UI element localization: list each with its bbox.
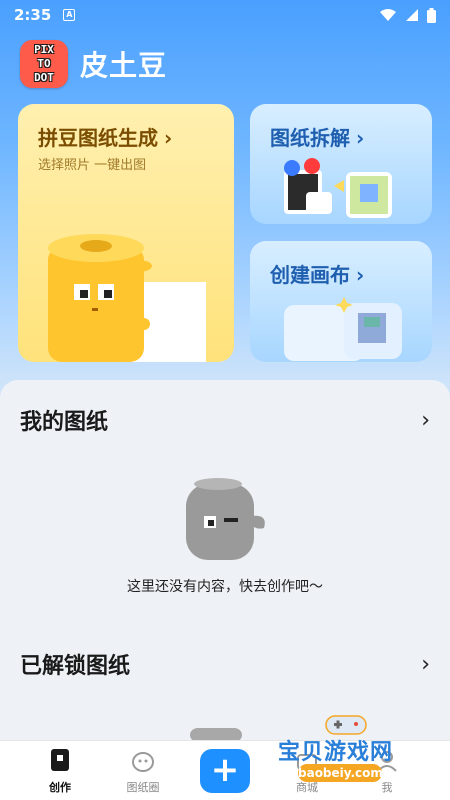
logo-line-3: DOT xyxy=(34,71,54,84)
app-name: 皮土豆 xyxy=(80,49,168,82)
nav-create-label: 创作 xyxy=(49,781,71,794)
unlocked-patterns-title: 已解锁图纸 xyxy=(20,654,131,679)
app-logo: PIX TO DOT xyxy=(20,40,68,88)
split-card-title: 图纸拆解 › xyxy=(270,122,364,151)
pattern-circle-icon xyxy=(132,752,154,772)
logo-line-2: TO xyxy=(37,57,51,70)
canvas-card-title-text: 创建画布 xyxy=(270,263,350,287)
generate-pattern-card[interactable]: 拼豆图纸生成 › 选择照片 一键出图 xyxy=(18,104,234,362)
watermark-text: 宝贝游戏网 xyxy=(278,740,394,765)
create-icon xyxy=(51,749,69,771)
unlocked-patterns-header[interactable]: 已解锁图纸 › xyxy=(20,648,430,680)
canvas-card-title: 创建画布 › xyxy=(270,259,364,288)
site-watermark: 宝贝游戏网 baobeiy.com xyxy=(270,712,440,798)
split-pattern-illustration xyxy=(284,158,392,218)
app-header: PIX TO DOT 皮土豆 xyxy=(20,40,167,88)
battery-icon xyxy=(427,7,436,23)
create-canvas-card[interactable]: 创建画布 › xyxy=(250,241,432,362)
generate-card-title: 拼豆图纸生成 › xyxy=(38,122,172,151)
empty-state-text: 这里还没有内容，快去创作吧～ xyxy=(127,579,323,595)
nav-pattern-circle-label: 图纸圈 xyxy=(126,781,160,794)
wifi-icon xyxy=(380,9,396,21)
chevron-right-icon[interactable]: › xyxy=(421,652,430,677)
add-button[interactable]: + xyxy=(200,749,250,793)
canvas-grid-illustration xyxy=(284,297,402,361)
generate-card-subtitle: 选择照片 一键出图 xyxy=(38,158,147,173)
split-card-title-text: 图纸拆解 xyxy=(270,126,350,150)
chevron-right-icon: › xyxy=(356,263,365,287)
nav-create[interactable]: 创作 xyxy=(25,747,95,795)
gamepad-icon xyxy=(325,715,367,735)
split-pattern-card[interactable]: 图纸拆解 › xyxy=(250,104,432,224)
potato-mascot-illustration xyxy=(48,234,206,362)
generate-card-title-text: 拼豆图纸生成 xyxy=(38,126,158,150)
notification-icon: A xyxy=(63,9,76,21)
chevron-right-icon: › xyxy=(356,126,365,150)
logo-line-1: PIX xyxy=(34,43,54,56)
watermark-url: baobeiy.com xyxy=(298,764,383,782)
my-patterns-header[interactable]: 我的图纸 › xyxy=(20,404,430,436)
chevron-right-icon[interactable]: › xyxy=(421,408,430,433)
empty-state-mascot xyxy=(186,478,265,560)
nav-pattern-circle[interactable]: 图纸圈 xyxy=(108,747,178,795)
unlocked-mascot-partial xyxy=(190,728,242,740)
my-patterns-title: 我的图纸 xyxy=(20,410,109,435)
signal-icon xyxy=(406,9,418,21)
status-bar: 2:35 A xyxy=(0,0,450,30)
status-time: 2:35 xyxy=(14,6,52,24)
chevron-right-icon: › xyxy=(164,126,173,150)
